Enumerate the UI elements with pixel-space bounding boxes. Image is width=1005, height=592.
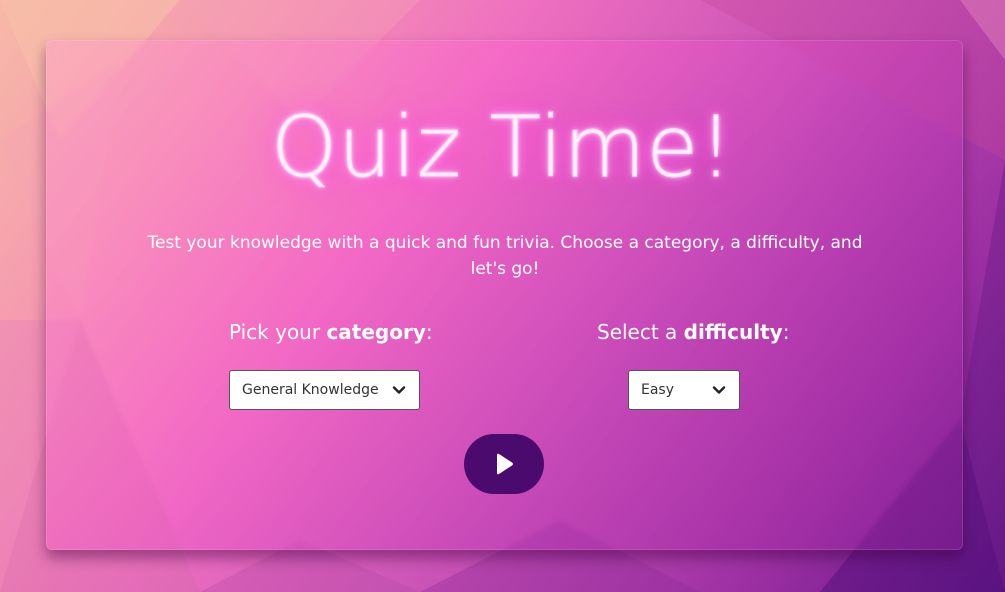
chevron-down-icon bbox=[712, 386, 726, 394]
play-icon bbox=[497, 453, 513, 475]
chevron-down-icon bbox=[392, 386, 406, 394]
page-subtitle: Test your knowledge with a quick and fun… bbox=[147, 233, 863, 279]
difficulty-select[interactable]: Easy bbox=[628, 370, 740, 410]
category-selected-value: General Knowledge bbox=[242, 382, 379, 398]
start-quiz-button[interactable] bbox=[464, 434, 544, 494]
category-label: Pick your category: bbox=[229, 320, 433, 344]
difficulty-selected-value: Easy bbox=[641, 382, 675, 398]
category-select[interactable]: General Knowledge bbox=[229, 370, 420, 410]
page-title: Quiz Time! bbox=[271, 98, 734, 197]
difficulty-label: Select a difficulty: bbox=[597, 320, 790, 344]
